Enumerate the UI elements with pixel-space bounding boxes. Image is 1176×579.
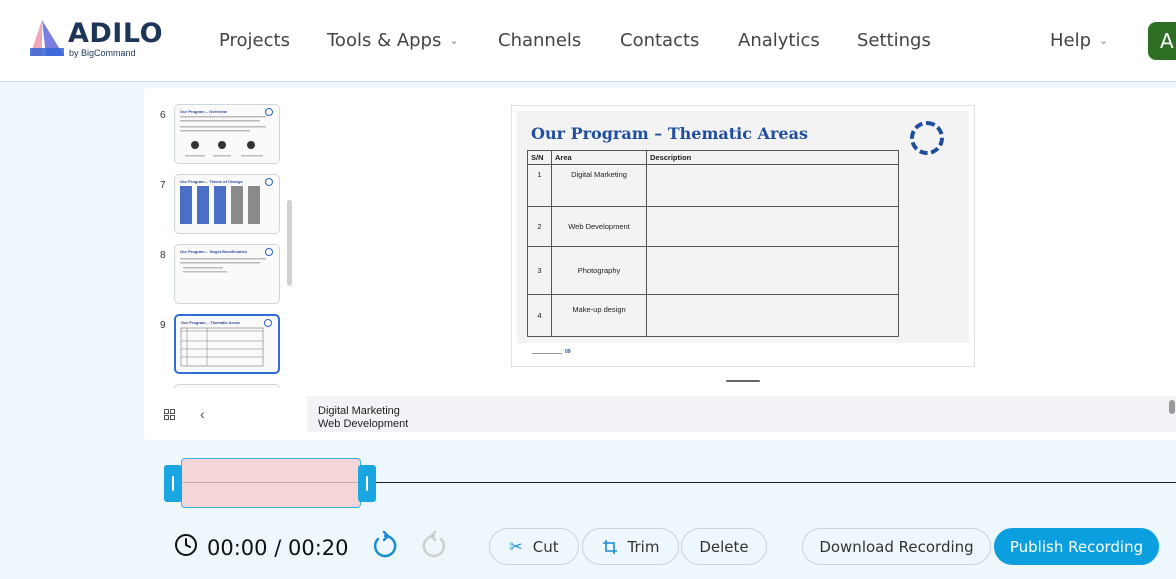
nav-channels[interactable]: Channels — [498, 30, 581, 51]
transcript-line: Digital Marketing — [318, 405, 400, 417]
trim-button[interactable]: Trim — [582, 528, 679, 565]
logo-mark-icon — [30, 20, 64, 56]
slide-canvas: Our Program – Thematic Areas S/N Area De… — [517, 111, 969, 343]
nav-tools-apps[interactable]: Tools & Apps ⌄ — [327, 30, 459, 51]
thumbnail-number: 9 — [160, 320, 166, 331]
publish-recording-button[interactable]: Publish Recording — [994, 528, 1159, 565]
slide-thumbnails: 6 Our Program – Overview 7 Our Program –… — [144, 88, 294, 388]
column-header: S/N — [527, 150, 552, 165]
thumbnail-number: 7 — [160, 180, 166, 191]
slide-preview: Our Program – Thematic Areas S/N Area De… — [511, 105, 975, 367]
chevron-left-icon[interactable]: ‹ — [200, 406, 205, 422]
clock-icon — [175, 534, 197, 556]
cut-label: Cut — [532, 537, 559, 556]
table-row: 4 Make-up design — [527, 294, 899, 337]
org-logo-icon — [910, 121, 944, 155]
thumbnail-preview-selected: Our Program – Thematic Areas — [174, 314, 280, 374]
grid-icon[interactable] — [164, 409, 175, 420]
cut-button[interactable]: ✂ Cut — [489, 528, 579, 565]
thumbnail-number: 6 — [160, 110, 166, 121]
table-cell: Digital Marketing — [551, 164, 647, 207]
table-cell: 3 — [527, 246, 552, 295]
scissors-icon: ✂ — [509, 537, 523, 556]
nav-projects[interactable]: Projects — [219, 30, 290, 51]
table-row: 3 Photography — [527, 246, 899, 295]
logo-title: ADILO — [68, 18, 164, 49]
transcript-line: Web Development — [318, 418, 409, 430]
thumbnail-preview: Our Program – Overview — [174, 104, 280, 164]
table-cell: 1 — [527, 164, 552, 207]
table-row: 2 Web Development — [527, 206, 899, 247]
adilo-logo[interactable]: ADILO by BigCommand — [28, 18, 168, 62]
editor-panel: 6 Our Program – Overview 7 Our Program –… — [144, 88, 1176, 440]
thumbnail-toolbar: ‹ — [144, 394, 304, 434]
table-cell: Photography — [551, 246, 647, 295]
column-header: Area — [551, 150, 647, 165]
column-header: Description — [646, 150, 899, 165]
user-avatar[interactable]: A — [1148, 22, 1176, 60]
current-time: 00:00 — [207, 536, 268, 560]
table-cell — [646, 206, 899, 247]
timecode: 00:00 / 00:20 — [207, 536, 349, 560]
table-cell: Web Development — [551, 206, 647, 247]
table-header-row: S/N Area Description — [527, 150, 899, 165]
time-separator: / — [274, 536, 282, 560]
thumbnail-preview: Our Program – Theme of Change — [174, 174, 280, 234]
chevron-down-icon: ⌄ — [449, 34, 459, 47]
undo-icon[interactable] — [369, 529, 401, 561]
table-cell — [646, 164, 899, 207]
table-cell — [646, 246, 899, 295]
thumbnail-preview: Our Program – Target Beneficiaries — [174, 244, 280, 304]
nav-analytics[interactable]: Analytics — [738, 30, 820, 51]
thumbnail-content — [180, 327, 264, 367]
thumbnail-number: 8 — [160, 250, 166, 261]
nav-tools-apps-label: Tools & Apps — [327, 30, 442, 51]
thumbnail-content — [180, 186, 260, 224]
slide-table: S/N Area Description 1 Digital Marketing… — [527, 150, 899, 337]
transcript-box[interactable]: Digital Marketing Web Development — [307, 396, 1176, 432]
transcript-scrollbar[interactable] — [1169, 400, 1175, 414]
nav-help-label: Help — [1050, 30, 1092, 51]
table-cell: 2 — [527, 206, 552, 247]
clip-waveform-line — [182, 482, 360, 483]
clip-start-handle[interactable] — [164, 465, 182, 502]
slide-footer-line — [532, 353, 562, 354]
table-cell — [646, 294, 899, 337]
nav-settings[interactable]: Settings — [857, 30, 931, 51]
chevron-down-icon: ⌄ — [1099, 34, 1109, 47]
table-cell: Make-up design — [551, 294, 647, 337]
timeline-clip[interactable] — [181, 458, 361, 508]
download-recording-button[interactable]: Download Recording — [802, 528, 991, 565]
thumbnail-content — [180, 116, 266, 157]
thumbnail-preview — [174, 384, 280, 388]
table-cell: 4 — [527, 294, 552, 337]
nav-help[interactable]: Help ⌄ — [1050, 30, 1108, 51]
table-row: 1 Digital Marketing — [527, 164, 899, 207]
clip-end-handle[interactable] — [358, 465, 376, 502]
slide-footer-number: 09 — [565, 349, 571, 355]
slide-title: Our Program – Thematic Areas — [531, 124, 808, 143]
thumbnail-content — [180, 258, 266, 273]
delete-button[interactable]: Delete — [681, 528, 767, 565]
redo-icon[interactable] — [418, 529, 450, 561]
total-duration: 00:20 — [287, 536, 349, 560]
timeline-track[interactable] — [376, 482, 1176, 483]
nav-contacts[interactable]: Contacts — [620, 30, 699, 51]
top-header: ADILO by BigCommand Projects Tools & App… — [0, 0, 1176, 82]
thumbnails-scrollbar[interactable] — [287, 200, 292, 286]
trim-label: Trim — [627, 537, 660, 556]
resize-handle[interactable] — [726, 380, 760, 382]
logo-tagline: by BigCommand — [69, 48, 136, 58]
crop-icon — [602, 539, 617, 554]
